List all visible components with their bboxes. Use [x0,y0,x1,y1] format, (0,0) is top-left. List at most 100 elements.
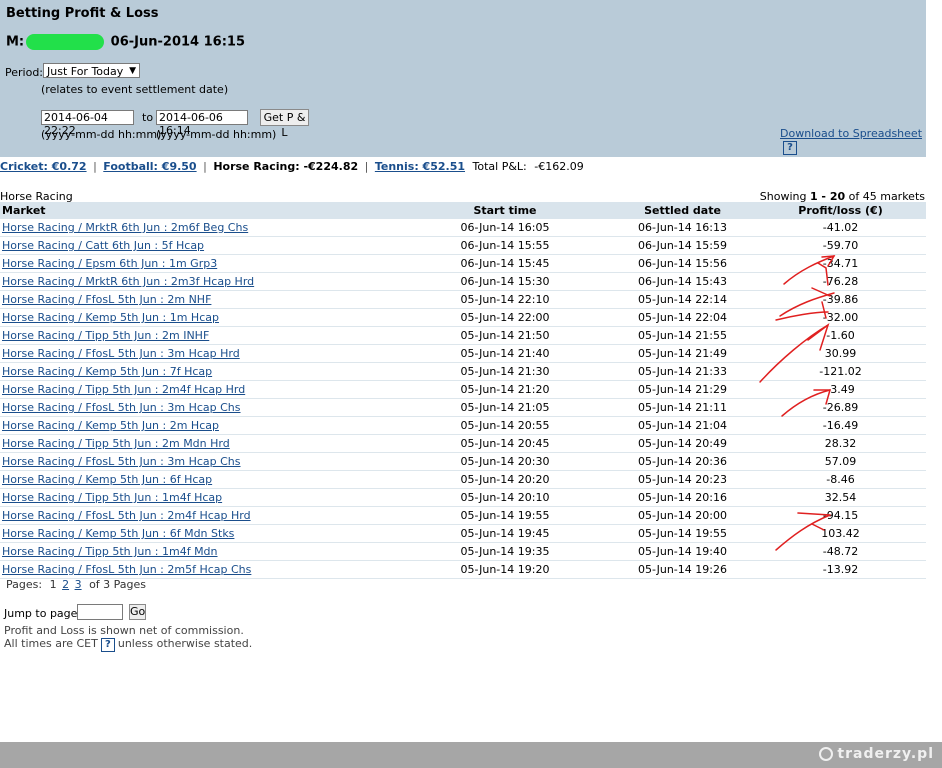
sport-link-football[interactable]: Football: €9.50 [103,160,196,173]
dropdown-arrow-icon: ▼ [129,66,136,76]
market-link[interactable]: Horse Racing / Tipp 5th Jun : 2m INHF [2,329,209,342]
profit-loss-cell: -39.86 [755,290,926,309]
profit-loss-cell: 103.42 [755,524,926,543]
period-select-value: Just For Today [47,65,124,78]
market-link[interactable]: Horse Racing / Kemp 5th Jun : 2m Hcap [2,419,219,432]
total-pl-label: Total P&L: [472,160,527,173]
market-link[interactable]: Horse Racing / Tipp 5th Jun : 2m Mdn Hrd [2,437,230,450]
table-row: Horse Racing / FfosL 5th Jun : 2m5f Hcap… [0,560,926,579]
table-row: Horse Racing / Tipp 5th Jun : 1m4f Mdn 05… [0,542,926,561]
market-cell: Horse Racing / Kemp 5th Jun : 6f Hcap [0,470,400,489]
settled-date-cell: 05-Jun-14 22:04 [610,308,755,327]
profit-loss-cell: 30.99 [755,344,926,363]
market-cell: Horse Racing / Catt 6th Jun : 5f Hcap [0,236,400,255]
market-link[interactable]: Horse Racing / Kemp 5th Jun : 6f Hcap [2,473,212,486]
market-link[interactable]: Horse Racing / FfosL 5th Jun : 2m NHF [2,293,211,306]
market-link[interactable]: Horse Racing / MrktR 6th Jun : 2m3f Hcap… [2,275,254,288]
market-link[interactable]: Horse Racing / Tipp 5th Jun : 1m4f Mdn [2,545,218,558]
profit-loss-cell: -8.46 [755,470,926,489]
get-pl-button[interactable]: Get P & L [260,109,309,139]
market-link[interactable]: Horse Racing / Tipp 5th Jun : 2m4f Hcap … [2,383,245,396]
table-row: Horse Racing / Kemp 5th Jun : 1m Hcap 05-… [0,308,926,327]
market-link[interactable]: Horse Racing / Catt 6th Jun : 5f Hcap [2,239,204,252]
profit-loss-cell: -121.02 [755,362,926,381]
market-link[interactable]: Horse Racing / FfosL 5th Jun : 2m5f Hcap… [2,563,251,576]
profit-loss-cell: -26.89 [755,398,926,417]
column-header-market[interactable]: Market [0,202,400,219]
start-time-cell: 05-Jun-14 22:10 [400,290,610,309]
start-time-cell: 05-Jun-14 21:40 [400,344,610,363]
profit-loss-cell: -41.02 [755,219,926,237]
table-row: Horse Racing / Tipp 5th Jun : 1m4f Hcap 0… [0,488,926,507]
start-time-cell: 05-Jun-14 21:05 [400,398,610,417]
table-row: Horse Racing / Catt 6th Jun : 5f Hcap 06-… [0,236,926,255]
table-row: Horse Racing / FfosL 5th Jun : 2m4f Hcap… [0,506,926,525]
profit-loss-cell: 57.09 [755,452,926,471]
start-time-cell: 05-Jun-14 19:55 [400,506,610,525]
table-row: Horse Racing / Tipp 5th Jun : 2m INHF 05-… [0,326,926,345]
start-time-cell: 05-Jun-14 20:20 [400,470,610,489]
start-time-cell: 06-Jun-14 16:05 [400,219,610,237]
settled-date-cell: 05-Jun-14 20:16 [610,488,755,507]
market-link[interactable]: Horse Racing / Epsm 6th Jun : 1m Grp3 [2,257,217,270]
market-link[interactable]: Horse Racing / FfosL 5th Jun : 2m4f Hcap… [2,509,251,522]
market-link[interactable]: Horse Racing / FfosL 5th Jun : 3m Hcap C… [2,455,241,468]
market-cell: Horse Racing / Tipp 5th Jun : 1m4f Hcap [0,488,400,507]
page-link-3[interactable]: 3 [75,578,82,591]
download-spreadsheet-link[interactable]: Download to Spreadsheet [780,127,922,140]
settled-date-cell: 05-Jun-14 19:40 [610,542,755,561]
table-row: Horse Racing / Kemp 5th Jun : 6f Mdn Stk… [0,524,926,543]
table-row: Horse Racing / Kemp 5th Jun : 7f Hcap 05-… [0,362,926,381]
settled-date-cell: 05-Jun-14 21:49 [610,344,755,363]
profit-loss-cell: -13.92 [755,560,926,579]
market-link[interactable]: Horse Racing / FfosL 5th Jun : 3m Hcap H… [2,347,240,360]
market-cell: Horse Racing / Kemp 5th Jun : 1m Hcap [0,308,400,327]
start-time-cell: 05-Jun-14 19:45 [400,524,610,543]
sport-link-cricket[interactable]: Cricket: €0.72 [0,160,87,173]
market-cell: Horse Racing / Tipp 5th Jun : 2m Mdn Hrd [0,434,400,453]
market-link[interactable]: Horse Racing / FfosL 5th Jun : 3m Hcap C… [2,401,241,414]
page-title: Betting Profit & Loss [6,6,159,21]
pages-suffix: of 3 Pages [89,578,147,591]
profit-loss-cell: 28.32 [755,434,926,453]
profit-loss-cell: -32.00 [755,308,926,327]
profit-loss-cell: 32.54 [755,488,926,507]
period-select[interactable]: Just For Today ▼ [43,63,140,78]
settled-date-cell: 05-Jun-14 20:00 [610,506,755,525]
separator: | [364,160,369,173]
start-time-cell: 05-Jun-14 21:50 [400,326,610,345]
column-header-settled-date[interactable]: Settled date [610,202,755,219]
column-header-profit-loss[interactable]: Profit/loss (€) [755,202,926,219]
column-header-start-time[interactable]: Start time [400,202,610,219]
settled-date-cell: 06-Jun-14 15:56 [610,254,755,273]
watermark: traderzy.pl [819,746,934,762]
download-spreadsheet-area: Download to Spreadsheet? [780,127,926,155]
sport-current-horse-racing: Horse Racing: -€224.82 [213,160,359,173]
from-date-input[interactable]: 2014-06-04 22:22 [41,110,134,137]
market-link[interactable]: Horse Racing / MrktR 6th Jun : 2m6f Beg … [2,221,248,234]
profit-loss-cell: -94.15 [755,506,926,525]
market-cell: Horse Racing / MrktR 6th Jun : 2m6f Beg … [0,219,400,237]
profit-loss-cell: -76.28 [755,272,926,291]
to-date-input[interactable]: 2014-06-06 16:14 [156,110,248,137]
market-link[interactable]: Horse Racing / Tipp 5th Jun : 1m4f Hcap [2,491,222,504]
table-row: Horse Racing / MrktR 6th Jun : 2m3f Hcap… [0,272,926,291]
market-link[interactable]: Horse Racing / Kemp 5th Jun : 6f Mdn Stk… [2,527,234,540]
watermark-bar: traderzy.pl [0,742,942,768]
help-icon[interactable]: ? [100,638,115,652]
brand-logo-icon [819,747,834,761]
table-header-row: Market Start time Settled date Profit/lo… [0,202,926,219]
page-link-2[interactable]: 2 [62,578,69,591]
table-row: Horse Racing / Kemp 5th Jun : 6f Hcap 05-… [0,470,926,489]
market-link[interactable]: Horse Racing / Kemp 5th Jun : 1m Hcap [2,311,219,324]
settled-date-cell: 05-Jun-14 19:26 [610,560,755,579]
settled-date-cell: 06-Jun-14 15:43 [610,272,755,291]
jump-to-page-input[interactable] [77,604,123,620]
start-time-cell: 05-Jun-14 20:55 [400,416,610,435]
market-link[interactable]: Horse Racing / Kemp 5th Jun : 7f Hcap [2,365,212,378]
go-button[interactable]: Go [129,604,146,620]
sport-link-tennis[interactable]: Tennis: €52.51 [375,160,465,173]
settled-date-cell: 05-Jun-14 22:14 [610,290,755,309]
help-icon[interactable]: ? [783,141,797,155]
market-cell: Horse Racing / Tipp 5th Jun : 2m4f Hcap … [0,380,400,399]
